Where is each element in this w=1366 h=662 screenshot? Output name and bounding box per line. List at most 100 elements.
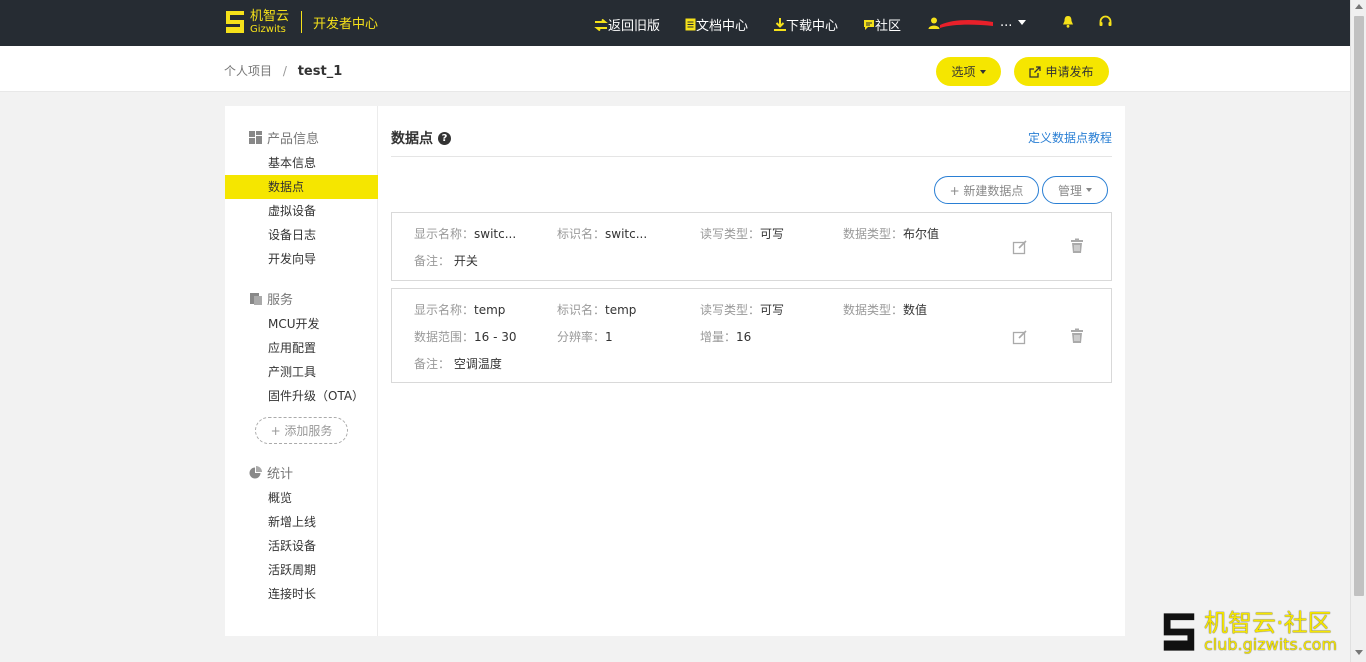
gizwits-logo[interactable]: 机智云 Gizwits 开发者中心 xyxy=(224,9,378,35)
services-icon xyxy=(250,293,262,305)
nav-back-old-version[interactable]: 返回旧版 xyxy=(594,15,660,34)
content-card: 产品信息 基本信息 数据点 虚拟设备 设备日志 开发向导 服务 MCU开发 应用… xyxy=(225,106,1125,636)
nav-docs[interactable]: 文档中心 xyxy=(685,15,748,34)
sidebar: 产品信息 基本信息 数据点 虚拟设备 设备日志 开发向导 服务 MCU开发 应用… xyxy=(225,106,378,636)
sidebar-item-active-cycle[interactable]: 活跃周期 xyxy=(225,558,378,582)
page-title-text: 数据点 xyxy=(391,131,433,147)
scroll-down-icon[interactable] xyxy=(1355,650,1363,655)
manage-button[interactable]: 管理 xyxy=(1042,176,1108,204)
breadcrumb-bar: 个人项目 / test_1 选项 申请发布 xyxy=(0,46,1350,92)
user-name: ... xyxy=(1000,15,1013,30)
breadcrumb-current: test_1 xyxy=(297,64,343,79)
dp-increment: 增量：16 xyxy=(700,330,752,344)
new-datapoint-button[interactable]: + 新建数据点 xyxy=(934,176,1039,204)
sidebar-section-stats: 统计 xyxy=(249,463,293,482)
sidebar-item-active-devices[interactable]: 活跃设备 xyxy=(225,534,378,558)
datapoint-row: 显示名称：switc... 标识名：switc... 读写类型：可写 数据类型：… xyxy=(391,212,1112,281)
manage-label: 管理 xyxy=(1057,183,1082,198)
dp-note: 备注： 开关 xyxy=(414,254,478,268)
breadcrumb-separator: / xyxy=(282,64,287,78)
watermark-en: club.gizwits.com xyxy=(1204,635,1338,654)
dp-display-name: 显示名称：temp xyxy=(414,303,506,317)
dp-note: 备注： 空调温度 xyxy=(414,357,502,371)
dp-display-name: 显示名称：switc... xyxy=(414,227,517,241)
help-icon[interactable]: ? xyxy=(438,131,451,145)
dp-rw-type: 读写类型：可写 xyxy=(700,303,785,317)
edit-icon[interactable] xyxy=(1012,239,1028,255)
sidebar-item-mcu-dev[interactable]: MCU开发 xyxy=(225,312,378,336)
dp-rw-type: 读写类型：可写 xyxy=(700,227,785,241)
vertical-scrollbar[interactable] xyxy=(1350,0,1366,662)
download-icon xyxy=(774,18,786,31)
breadcrumb-parent[interactable]: 个人项目 xyxy=(224,64,272,78)
pie-chart-icon xyxy=(249,466,262,479)
chat-icon xyxy=(864,19,874,30)
sidebar-item-device-log[interactable]: 设备日志 xyxy=(225,223,378,247)
tutorial-link[interactable]: 定义数据点教程 xyxy=(1028,129,1112,146)
title-divider xyxy=(391,156,1112,157)
nav-label: 社区 xyxy=(875,19,902,34)
dp-range: 数据范围：16 - 30 xyxy=(414,330,517,344)
publish-label: 申请发布 xyxy=(1045,65,1094,79)
sidebar-section-product-info: 产品信息 xyxy=(249,128,319,147)
notifications-button[interactable] xyxy=(1062,15,1074,28)
support-button[interactable] xyxy=(1099,15,1112,28)
sidebar-item-test-tools[interactable]: 产测工具 xyxy=(225,360,378,384)
scroll-up-icon[interactable] xyxy=(1355,4,1363,9)
options-label: 选项 xyxy=(951,65,976,79)
nav-label: 下载中心 xyxy=(786,19,839,34)
publish-button[interactable]: 申请发布 xyxy=(1014,57,1109,86)
headset-icon xyxy=(1099,15,1112,26)
page-title: 数据点 ? xyxy=(391,128,451,148)
chevron-down-icon xyxy=(979,69,986,74)
add-service-button[interactable]: + 添加服务 xyxy=(255,417,348,444)
trash-icon[interactable] xyxy=(1069,328,1085,344)
nav-label: 文档中心 xyxy=(696,19,749,34)
swap-icon xyxy=(594,18,608,31)
dp-data-type: 数据类型：数值 xyxy=(843,303,928,317)
sidebar-item-app-config[interactable]: 应用配置 xyxy=(225,336,378,360)
options-button[interactable]: 选项 xyxy=(936,57,1001,86)
watermark-cn: 机智云·社区 xyxy=(1204,609,1332,637)
bell-icon xyxy=(1063,16,1073,28)
user-menu[interactable]: ... xyxy=(928,15,1027,30)
sidebar-item-ota[interactable]: 固件升级（OTA） xyxy=(225,384,378,408)
edit-icon[interactable] xyxy=(1012,329,1028,345)
sidebar-item-basic-info[interactable]: 基本信息 xyxy=(225,151,378,175)
sidebar-item-datapoints[interactable]: 数据点 xyxy=(225,175,378,199)
chevron-down-icon xyxy=(1086,188,1092,192)
sidebar-section-services: 服务 xyxy=(249,289,293,308)
sidebar-item-connect-duration[interactable]: 连接时长 xyxy=(225,582,378,606)
brand-name-cn: 机智云 xyxy=(250,8,290,24)
brand-subtitle: 开发者中心 xyxy=(313,16,379,32)
gizwits-watermark-logo-icon xyxy=(1163,613,1195,651)
sidebar-item-virtual-device[interactable]: 虚拟设备 xyxy=(225,199,378,223)
watermark: 机智云·社区 club.gizwits.com xyxy=(1160,610,1337,654)
redacted-user-mark xyxy=(940,19,993,28)
top-navbar: 机智云 Gizwits 开发者中心 返回旧版 文档中心 下载中心 社区 ... xyxy=(0,0,1350,46)
logo-divider xyxy=(301,11,303,33)
dp-data-type: 数据类型：布尔值 xyxy=(843,227,940,241)
section-title: 统计 xyxy=(267,467,294,482)
dp-resolution: 分辨率：1 xyxy=(557,330,613,344)
section-title: 服务 xyxy=(267,293,294,308)
gizwits-logo-icon xyxy=(226,11,244,33)
sidebar-item-overview[interactable]: 概览 xyxy=(225,486,378,510)
dp-id: 标识名：switc... xyxy=(557,227,648,241)
brand-name-en: Gizwits xyxy=(250,23,286,35)
section-title: 产品信息 xyxy=(267,132,320,147)
dp-id: 标识名：temp xyxy=(557,303,637,317)
scroll-thumb[interactable] xyxy=(1354,16,1364,596)
grid-icon xyxy=(249,131,262,144)
trash-icon[interactable] xyxy=(1069,238,1085,254)
datapoint-row: 显示名称：temp 标识名：temp 读写类型：可写 数据类型：数值 数据范围：… xyxy=(391,288,1112,383)
sidebar-item-new-online[interactable]: 新增上线 xyxy=(225,510,378,534)
breadcrumb: 个人项目 / test_1 xyxy=(224,62,342,79)
document-icon xyxy=(685,18,696,31)
sidebar-item-dev-guide[interactable]: 开发向导 xyxy=(225,247,378,271)
external-link-icon xyxy=(1029,65,1042,78)
chevron-down-icon xyxy=(1018,20,1027,25)
nav-download[interactable]: 下载中心 xyxy=(774,15,838,34)
nav-label: 返回旧版 xyxy=(608,19,661,34)
nav-community[interactable]: 社区 xyxy=(863,15,901,34)
